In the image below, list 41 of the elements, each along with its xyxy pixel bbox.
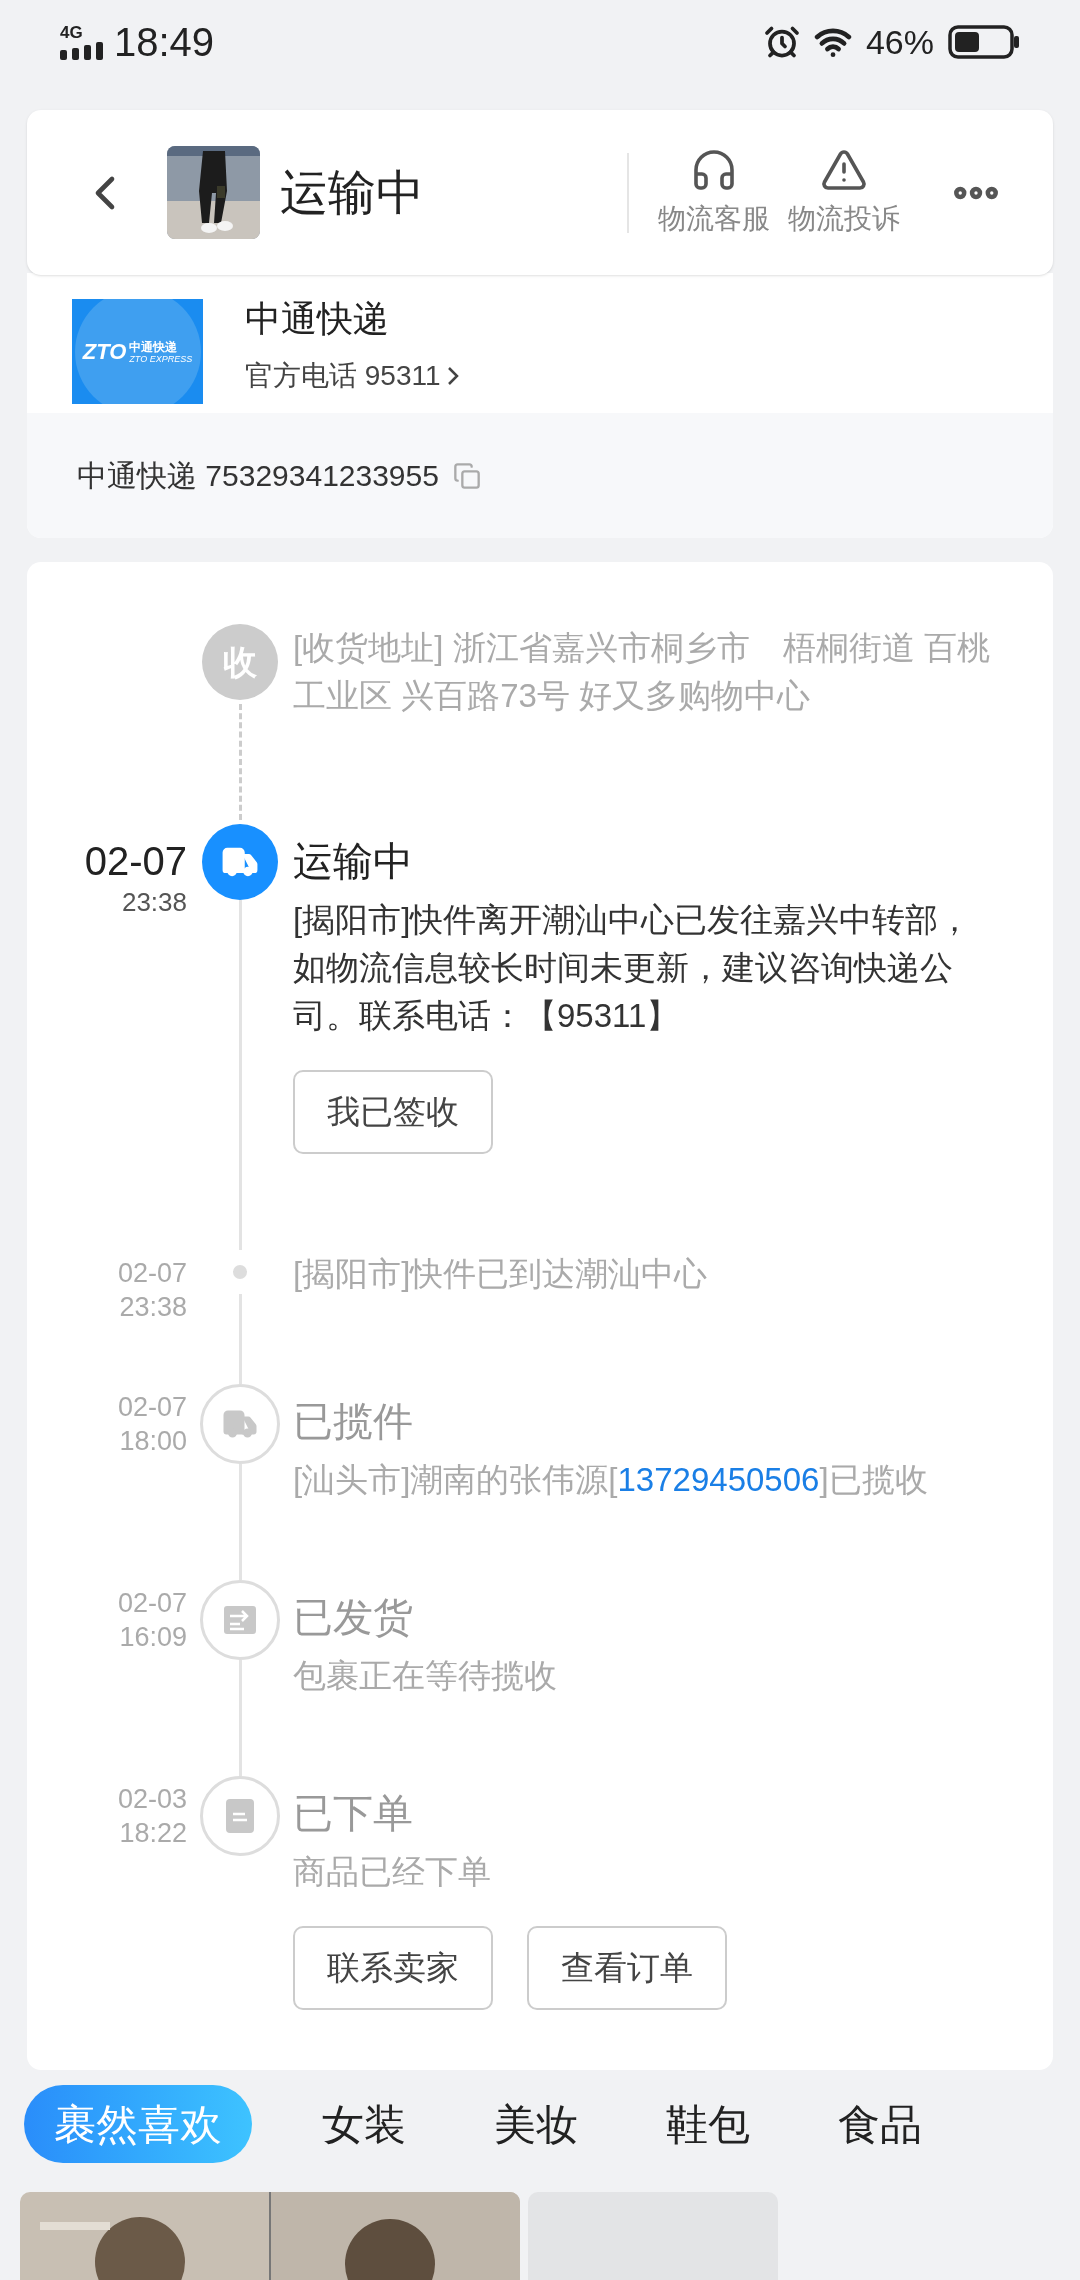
network-label: 4G — [60, 24, 83, 42]
event-description: [收货地址] 浙江省嘉兴市桐乡市 梧桐街道 百桃工业区 兴百路73号 好又多购物中心 — [293, 628, 991, 716]
header-action-button[interactable]: 物流客服 — [649, 145, 779, 240]
event-date: 02-07 — [117, 1587, 187, 1620]
battery-icon — [948, 25, 1020, 59]
phone-link[interactable]: 官方电话 95311 — [245, 355, 459, 397]
event-description: [汕头市]潮南的张伟源[13729450506]已揽收 — [293, 1460, 929, 1500]
category-tab[interactable]: 女装 — [292, 2085, 436, 2163]
phone-link[interactable]: 13729450506 — [617, 1461, 820, 1498]
outline-button[interactable]: 我已签收 — [293, 1070, 493, 1154]
battery-percent: 46% — [865, 21, 934, 63]
event-time: 18:22 — [119, 1817, 187, 1850]
tracking-number: 中通快递 75329341233955 — [77, 458, 439, 494]
clock-time: 18:49 — [114, 19, 215, 66]
event-description: [揭阳市]快件离开潮汕中心已发往嘉兴中转部，如物流信息较长时间未更新，建议咨询快递公司。联系电话：【95311】 — [293, 900, 973, 1036]
page-title: 运输中 — [280, 164, 424, 221]
event-time: 23:38 — [121, 886, 187, 918]
event-title: 已发货 — [293, 1594, 414, 1641]
courier-name: 中通快递 — [245, 299, 390, 339]
category-tab[interactable]: 食品 — [808, 2085, 952, 2163]
event-date: 02-07 — [117, 1391, 187, 1424]
event-time: 16:09 — [119, 1621, 187, 1654]
event-description: 商品已经下单 — [293, 1852, 492, 1892]
chevron-right-icon — [446, 366, 459, 386]
signal-icon — [60, 42, 104, 60]
header-action-button[interactable]: 物流投诉 — [779, 145, 909, 240]
event-time: 18:00 — [119, 1425, 187, 1458]
category-tab[interactable]: 鞋包 — [636, 2085, 780, 2163]
event-title: 运输中 — [293, 838, 414, 885]
event-date: 02-07 — [117, 1257, 187, 1290]
event-description: [揭阳市]快件已到达潮汕中心 — [293, 1254, 709, 1294]
alarm-icon — [763, 24, 800, 60]
event-title: 已下单 — [293, 1790, 414, 1837]
event-description: 包裹正在等待揽收 — [293, 1656, 558, 1696]
event-date: 02-07 — [84, 838, 187, 885]
outline-button[interactable]: 联系卖家 — [293, 1926, 493, 2010]
event-title: 已揽件 — [293, 1398, 414, 1445]
category-tab[interactable]: 美妆 — [464, 2085, 608, 2163]
event-date: 02-03 — [117, 1783, 187, 1816]
event-time: 23:38 — [119, 1291, 187, 1324]
outline-button[interactable]: 查看订单 — [527, 1926, 727, 2010]
